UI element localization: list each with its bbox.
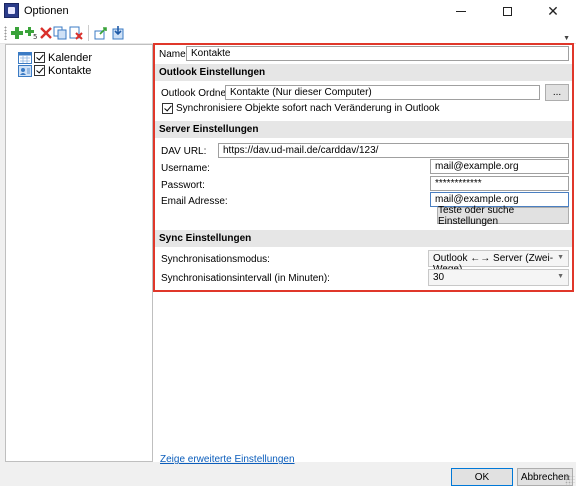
- tree-item-kontakte[interactable]: Kontakte: [18, 64, 91, 77]
- username-label: Username:: [161, 163, 210, 174]
- calendar-icon: [18, 51, 32, 64]
- sync-interval-select[interactable]: 30 ▼: [428, 269, 569, 286]
- server-section-header: Server Einstellungen: [155, 121, 572, 138]
- close-icon: ✕: [547, 2, 559, 19]
- outlook-section-header: Outlook Einstellungen: [155, 64, 572, 81]
- contacts-icon: [18, 64, 32, 77]
- maximize-icon: [502, 6, 512, 16]
- minimize-icon: [456, 10, 466, 12]
- toolbar-overflow-icon[interactable]: ▼: [563, 35, 570, 42]
- test-settings-button[interactable]: Teste oder suche Einstellungen: [437, 205, 569, 227]
- title-bar: Optionen ✕: [0, 0, 576, 22]
- ok-button[interactable]: OK: [451, 468, 513, 486]
- outlook-folder-label: Outlook Ordner:: [161, 88, 233, 99]
- add-multiple-icon[interactable]: 5: [25, 26, 39, 40]
- username-input[interactable]: mail@example.org: [430, 159, 569, 174]
- toolbar-separator: [88, 25, 89, 41]
- sync-section-header: Sync Einstellungen: [155, 230, 572, 247]
- tree-item-label: Kontakte: [48, 64, 92, 77]
- sync-immediately-checkbox[interactable]: [162, 103, 173, 114]
- minimize-button[interactable]: [438, 0, 484, 22]
- kontakte-checkbox[interactable]: [34, 65, 45, 76]
- sync-immediately-label: Synchronisiere Objekte sofort nach Verän…: [176, 103, 440, 114]
- outlook-folder-input[interactable]: Kontakte (Nur dieser Computer): [225, 85, 540, 100]
- browse-folder-button[interactable]: ...: [545, 84, 569, 101]
- export-icon[interactable]: [94, 26, 108, 40]
- maximize-button[interactable]: [484, 0, 530, 22]
- app-icon: [4, 3, 19, 18]
- email-label: Email Adresse:: [161, 196, 228, 207]
- name-input[interactable]: Kontakte: [186, 46, 569, 61]
- sync-interval-label: Synchronisationsintervall (in Minuten):: [161, 273, 330, 284]
- chevron-down-icon: ▼: [557, 273, 564, 280]
- toolbar: 5 ▼: [0, 22, 576, 44]
- add-icon[interactable]: [10, 26, 24, 40]
- sync-mode-label: Synchronisationsmodus:: [161, 254, 270, 265]
- toolbar-grip-icon[interactable]: [4, 26, 7, 40]
- resize-grip-icon[interactable]: [565, 475, 575, 485]
- password-input[interactable]: ************: [430, 176, 569, 191]
- dav-url-label: DAV URL:: [161, 146, 207, 157]
- delete-icon[interactable]: [39, 26, 53, 40]
- sync-mode-select[interactable]: Outlook ←→ Server (Zwei-Wege) ▼: [428, 250, 569, 275]
- close-button[interactable]: ✕: [530, 0, 576, 22]
- chevron-down-icon: ▼: [557, 254, 564, 261]
- copy-icon[interactable]: [53, 26, 67, 40]
- tree-item-label: Kalender: [48, 51, 93, 64]
- advanced-settings-link[interactable]: Zeige erweiterte Einstellungen: [160, 454, 295, 465]
- clear-cache-icon[interactable]: [69, 26, 83, 40]
- password-label: Passwort:: [161, 180, 205, 191]
- sync-interval-value: 30: [433, 272, 445, 283]
- profile-tree: Kalender Kontakte: [5, 44, 153, 462]
- window-title: Optionen: [24, 5, 69, 17]
- import-icon[interactable]: [111, 26, 125, 40]
- tree-item-kalender[interactable]: Kalender: [18, 51, 92, 64]
- name-label: Name:: [159, 49, 189, 60]
- svg-text:5: 5: [33, 33, 37, 40]
- dav-url-input[interactable]: https://dav.ud-mail.de/carddav/123/: [218, 143, 569, 158]
- kalender-checkbox[interactable]: [34, 52, 45, 63]
